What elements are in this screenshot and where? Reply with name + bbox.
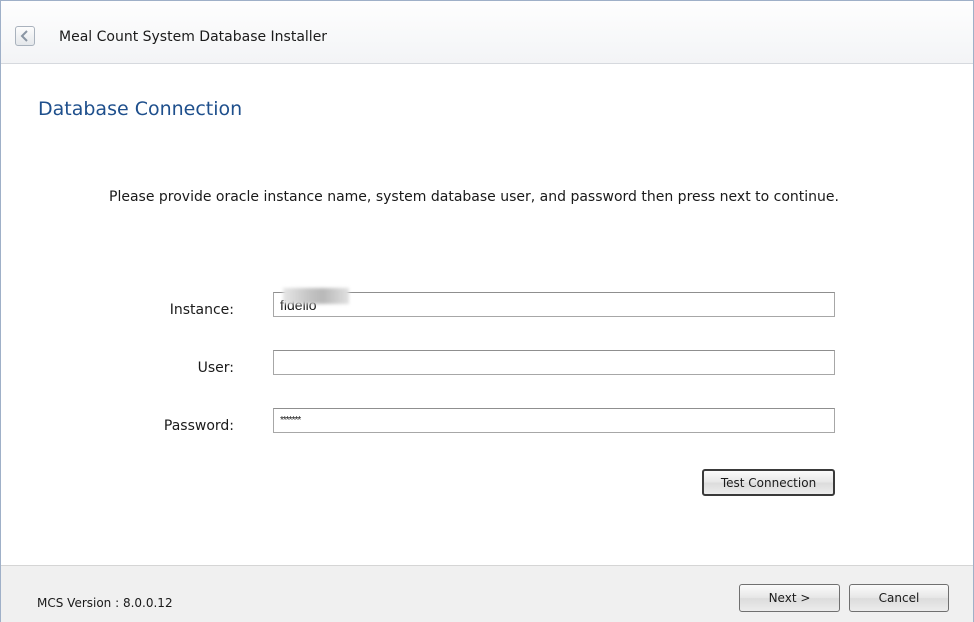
password-input[interactable] — [273, 408, 835, 433]
title-bar: Meal Count System Database Installer — [1, 1, 973, 64]
page-title: Database Connection — [38, 98, 243, 120]
test-connection-button[interactable]: Test Connection — [702, 469, 835, 496]
user-input[interactable] — [273, 350, 835, 375]
user-label: User: — [197, 360, 234, 376]
version-label: MCS Version : 8.0.0.12 — [37, 596, 173, 610]
instance-input[interactable] — [273, 292, 835, 317]
password-label: Password: — [163, 418, 234, 434]
redacted-user-value — [283, 288, 349, 304]
window-title: Meal Count System Database Installer — [59, 29, 328, 45]
chevron-left-icon — [20, 30, 28, 42]
instructions-text: Please provide oracle instance name, sys… — [109, 189, 839, 205]
instance-label: Instance: — [169, 302, 234, 318]
back-button[interactable] — [15, 26, 35, 46]
installer-window: Meal Count System Database Installer Dat… — [0, 0, 974, 622]
footer-bar: MCS Version : 8.0.0.12 Next > Cancel — [1, 565, 973, 622]
cancel-button[interactable]: Cancel — [849, 584, 949, 612]
main-content: Database Connection Please provide oracl… — [1, 64, 973, 565]
next-button[interactable]: Next > — [739, 584, 840, 612]
